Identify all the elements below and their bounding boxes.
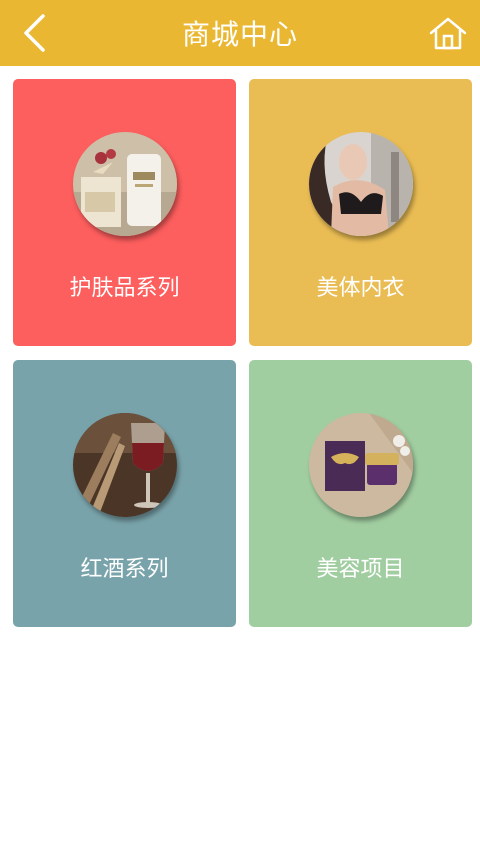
page-title: 商城中心 <box>181 18 298 51</box>
category-tile-lingerie[interactable]: 美体内衣 <box>249 79 472 346</box>
category-tile-skincare[interactable]: 护肤品系列 <box>13 79 236 346</box>
category-label: 护肤品系列 <box>69 276 180 301</box>
beauty-cream-image <box>309 413 413 517</box>
red-wine-image <box>73 413 177 517</box>
category-label: 红酒系列 <box>80 557 169 582</box>
chevron-left-icon <box>24 14 45 52</box>
category-label: 美容项目 <box>316 557 405 582</box>
category-label: 美体内衣 <box>316 276 405 301</box>
category-tile-red-wine[interactable]: 红酒系列 <box>13 360 236 627</box>
category-tile-beauty-projects[interactable]: 美容项目 <box>249 360 472 627</box>
skincare-product-image <box>73 132 177 236</box>
home-button[interactable] <box>428 14 468 52</box>
home-icon <box>429 17 467 50</box>
app-header: 商城中心 <box>0 0 480 66</box>
back-button[interactable] <box>14 12 54 54</box>
lingerie-model-image <box>309 132 413 236</box>
